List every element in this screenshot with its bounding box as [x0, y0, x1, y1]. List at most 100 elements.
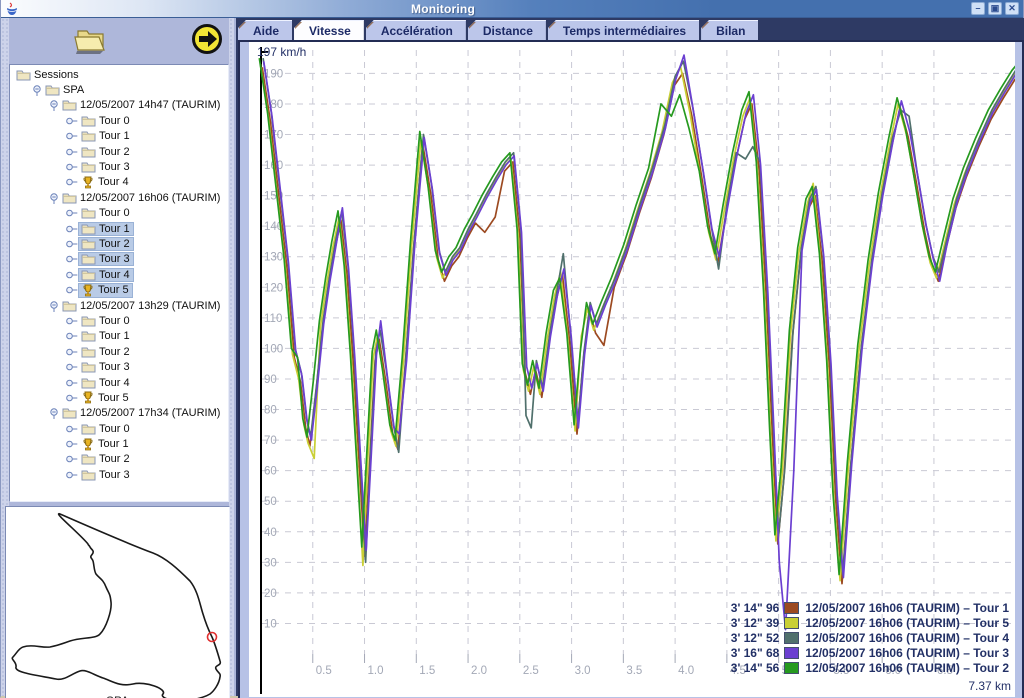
- tab-aide[interactable]: Aide: [238, 20, 292, 40]
- tree-item-tour-4[interactable]: Tour 4: [11, 375, 228, 390]
- tab-vitesse[interactable]: Vitesse: [294, 20, 364, 40]
- leaf-handle-icon[interactable]: [65, 253, 79, 265]
- series-line: [259, 58, 1015, 574]
- svg-text:0.5: 0.5: [316, 665, 332, 677]
- folder-icon: [81, 469, 96, 481]
- tree-item-label: Tour 4: [96, 269, 133, 281]
- close-button[interactable]: ✕: [1005, 2, 1019, 15]
- speed-chart: 1020304050607080901001101201301401501601…: [249, 42, 1015, 697]
- tree-item-tour-0[interactable]: Tour 0: [11, 206, 228, 221]
- leaf-handle-icon[interactable]: [65, 176, 79, 188]
- tree-item-tour-0[interactable]: Tour 0: [11, 313, 228, 328]
- tree-item-tour-1[interactable]: Tour 1: [11, 436, 228, 451]
- tree-item-label: Tour 4: [95, 176, 132, 188]
- leaf-handle-icon[interactable]: [65, 223, 79, 235]
- folder-icon: [62, 407, 77, 419]
- tree-item-12-05-2007-13h29-taurim-[interactable]: 12/05/2007 13h29 (TAURIM): [11, 298, 228, 313]
- tree-item-tour-3[interactable]: Tour 3: [11, 359, 228, 374]
- tree-item-label: 12/05/2007 14h47 (TAURIM): [77, 99, 223, 111]
- leaf-handle-icon[interactable]: [65, 438, 79, 450]
- leaf-handle-icon[interactable]: [65, 361, 79, 373]
- leaf-handle-icon[interactable]: [65, 115, 79, 127]
- tree-item-tour-5[interactable]: Tour 5: [11, 390, 228, 405]
- leaf-handle-icon[interactable]: [65, 130, 79, 142]
- expand-handle-icon[interactable]: [48, 99, 60, 111]
- tree-item-tour-4[interactable]: Tour 4: [11, 175, 228, 190]
- leaf-handle-icon[interactable]: [65, 346, 79, 358]
- svg-text:80: 80: [264, 405, 277, 417]
- next-lap-button[interactable]: [187, 21, 227, 59]
- title-bar: Monitoring – ▣ ✕: [1, 0, 1023, 18]
- maximize-button[interactable]: ▣: [988, 2, 1002, 15]
- tree-item-label: 12/05/2007 13h29 (TAURIM): [77, 300, 223, 312]
- leaf-handle-icon[interactable]: [65, 269, 79, 281]
- folder-icon: [81, 423, 96, 435]
- folder-icon: [81, 346, 96, 358]
- tree-item-tour-0[interactable]: Tour 0: [11, 113, 228, 128]
- tree-item-tour-2[interactable]: Tour 2: [11, 344, 228, 359]
- tree-item-12-05-2007-16h06-taurim-[interactable]: 12/05/2007 16h06 (TAURIM): [11, 190, 228, 205]
- leaf-handle-icon[interactable]: [65, 469, 79, 481]
- tab-bilan[interactable]: Bilan: [701, 20, 758, 40]
- tree-item-label: Tour 2: [96, 346, 133, 358]
- series-line: [260, 64, 1015, 581]
- tree-item-tour-1[interactable]: Tour 1: [11, 221, 228, 236]
- leaf-handle-icon[interactable]: [65, 146, 79, 158]
- tree-item-tour-1[interactable]: Tour 1: [11, 329, 228, 344]
- tree-item-label: Sessions: [31, 69, 82, 81]
- leaf-handle-icon[interactable]: [65, 207, 79, 219]
- sessions-tree: SessionsSPA 12/05/2007 14h47 (TAURIM) Tour…: [9, 64, 229, 502]
- legend-row: 3' 14" 5612/05/2007 16h06 (TAURIM) – Tou…: [717, 660, 1009, 675]
- tree-item-tour-3[interactable]: Tour 3: [11, 252, 228, 267]
- open-session-button[interactable]: [71, 21, 111, 59]
- svg-text:1.5: 1.5: [419, 665, 435, 677]
- expand-handle-icon[interactable]: [48, 192, 60, 204]
- expand-handle-icon[interactable]: [48, 300, 60, 312]
- legend-row: 3' 12" 5212/05/2007 16h06 (TAURIM) – Tou…: [717, 630, 1009, 645]
- tree-item-12-05-2007-14h47-taurim-[interactable]: 12/05/2007 14h47 (TAURIM): [11, 98, 228, 113]
- leaf-handle-icon[interactable]: [65, 315, 79, 327]
- tab-distance[interactable]: Distance: [468, 20, 546, 40]
- tree-item-tour-2[interactable]: Tour 2: [11, 452, 228, 467]
- svg-text:70: 70: [264, 435, 277, 447]
- tree-item-tour-4[interactable]: Tour 4: [11, 267, 228, 282]
- tree-item-tour-5[interactable]: Tour 5: [11, 282, 228, 297]
- legend-row: 3' 14" 9612/05/2007 16h06 (TAURIM) – Tou…: [717, 600, 1009, 615]
- chart-frame: 1020304050607080901001101201301401501601…: [238, 40, 1024, 698]
- tree-item-spa[interactable]: SPA: [11, 82, 228, 97]
- expand-handle-icon[interactable]: [31, 84, 43, 96]
- leaf-handle-icon[interactable]: [65, 453, 79, 465]
- leaf-handle-icon[interactable]: [65, 161, 79, 173]
- session-toolbar: [9, 18, 229, 62]
- tab-acc-l-ration[interactable]: Accélération: [366, 20, 466, 40]
- tree-item-12-05-2007-17h34-taurim-[interactable]: 12/05/2007 17h34 (TAURIM): [11, 406, 228, 421]
- leaf-handle-icon[interactable]: [65, 392, 79, 404]
- tree-item-label: Tour 1: [96, 223, 133, 235]
- folder-icon: [62, 99, 77, 111]
- tree-item-sessions[interactable]: Sessions: [11, 67, 228, 82]
- tree-item-tour-3[interactable]: Tour 3: [11, 467, 228, 482]
- track-name-label: SPA: [106, 694, 129, 698]
- expand-handle-icon[interactable]: [48, 407, 60, 419]
- leaf-handle-icon[interactable]: [65, 377, 79, 389]
- folder-icon: [81, 330, 96, 342]
- tree-item-tour-2[interactable]: Tour 2: [11, 236, 228, 251]
- leaf-handle-icon[interactable]: [65, 238, 79, 250]
- leaf-handle-icon[interactable]: [65, 330, 79, 342]
- folder-icon: [81, 269, 96, 281]
- svg-text:30: 30: [264, 557, 277, 569]
- tree-item-tour-2[interactable]: Tour 2: [11, 144, 228, 159]
- folder-icon: [81, 130, 96, 142]
- next-arrow-icon: [190, 22, 224, 56]
- series-line: [262, 67, 1015, 583]
- leaf-handle-icon[interactable]: [65, 423, 79, 435]
- tab-temps-interm-diaires[interactable]: Temps intermédiaires: [548, 20, 699, 40]
- trophy-icon: [81, 284, 95, 297]
- leaf-handle-icon[interactable]: [65, 284, 79, 296]
- tree-item-tour-0[interactable]: Tour 0: [11, 421, 228, 436]
- series-line: [263, 58, 1015, 574]
- open-folder-icon: [71, 21, 111, 57]
- tree-item-tour-3[interactable]: Tour 3: [11, 159, 228, 174]
- minimize-button[interactable]: –: [971, 2, 985, 15]
- tree-item-tour-1[interactable]: Tour 1: [11, 129, 228, 144]
